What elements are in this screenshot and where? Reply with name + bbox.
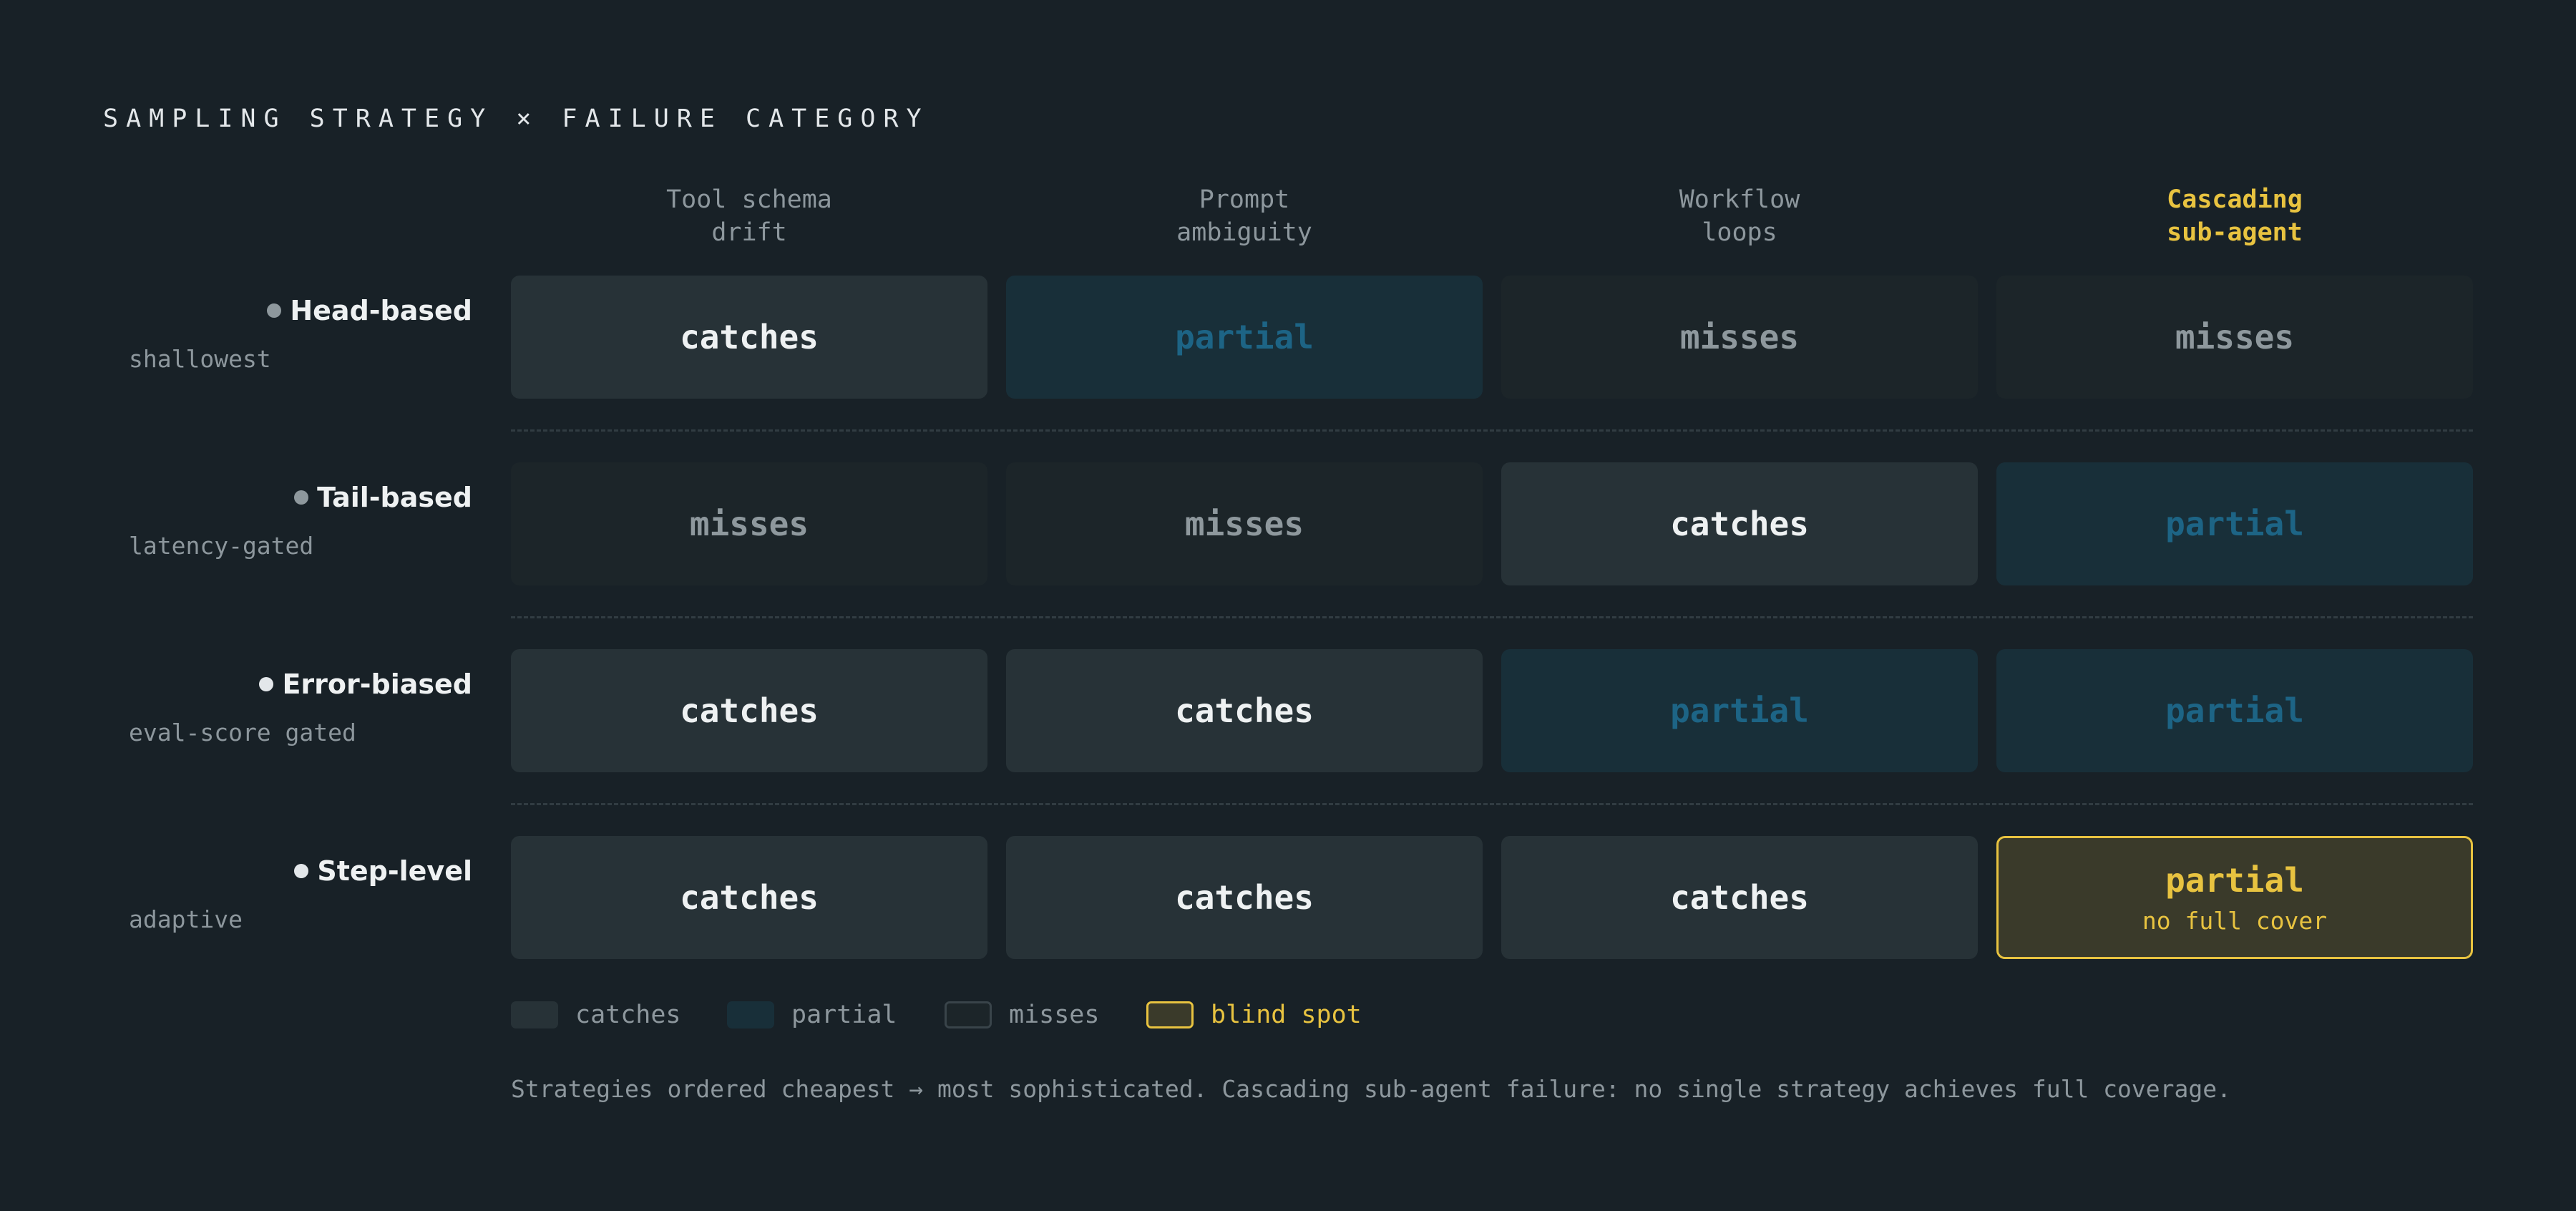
legend-swatch [945, 1001, 992, 1028]
matrix-cell: partial [1006, 276, 1483, 399]
bullet-dot-icon [294, 864, 309, 878]
cell-status-label: catches [680, 691, 819, 730]
cell-status-label: misses [1184, 505, 1304, 543]
row-name: Error-biased [282, 668, 472, 700]
legend-item: partial [727, 999, 897, 1031]
legend-label: blind spot [1211, 1001, 1362, 1029]
matrix-cell: catches [511, 276, 987, 399]
cell-status-label: catches [1175, 878, 1314, 917]
cell-status-label: catches [680, 878, 819, 917]
row-name: Head-based [290, 295, 472, 326]
legend-item: blind spot [1146, 999, 1362, 1031]
row-name: Tail-based [317, 482, 472, 513]
cell-status-label: misses [2175, 318, 2295, 356]
cell-status-label: misses [1679, 318, 1800, 356]
bullet-dot-icon [294, 490, 309, 505]
matrix-cell: partial [1501, 649, 1978, 772]
cell-status-label: catches [1670, 878, 1809, 917]
row-subtitle: adaptive [129, 905, 243, 933]
matrix-cell: partial no full cover [1996, 836, 2473, 959]
legend-label: misses [1009, 1001, 1100, 1029]
cell-status-label: catches [1670, 505, 1809, 543]
row-subtitle: shallowest [129, 345, 271, 373]
column-header: Workflow loops [1679, 185, 1800, 247]
matrix-cell: misses [511, 462, 987, 585]
matrix-cell: misses [1996, 276, 2473, 399]
row-divider [511, 429, 2473, 432]
row-label: Error-biased [0, 668, 472, 700]
row-name: Step-level [317, 855, 472, 887]
bullet-dot-icon [267, 303, 282, 318]
matrix-cell: catches [1006, 649, 1483, 772]
column-header: Cascading sub-agent [2167, 185, 2303, 247]
matrix-cell: catches [511, 649, 987, 772]
bullet-dot-icon [259, 677, 274, 691]
matrix-cell: catches [1501, 836, 1978, 959]
matrix-cell: partial [1996, 462, 2473, 585]
row-subtitle: latency-gated [129, 532, 314, 560]
column-header: Tool schema drift [666, 185, 832, 247]
cell-status-label: catches [1175, 691, 1314, 730]
cell-status-label: misses [689, 505, 809, 543]
legend-item: catches [511, 999, 681, 1031]
cell-status-label: partial [1670, 691, 1809, 730]
footnote: Strategies ordered cheapest → most sophi… [511, 1075, 2231, 1103]
matrix-title: SAMPLING STRATEGY × FAILURE CATEGORY [103, 104, 930, 133]
matrix-cell: catches [1501, 462, 1978, 585]
cell-status-label: partial [2165, 505, 2304, 543]
row-divider [511, 803, 2473, 805]
matrix-cell: misses [1006, 462, 1483, 585]
cell-status-label: partial [1175, 318, 1314, 356]
row-label: Step-level [0, 855, 472, 887]
matrix-cell: misses [1501, 276, 1978, 399]
legend-swatch [511, 1001, 558, 1028]
cell-status-label: partial [2165, 860, 2304, 900]
matrix-cell: partial [1996, 649, 2473, 772]
row-label: Head-based [0, 295, 472, 326]
row-label: Tail-based [0, 482, 472, 513]
matrix-cell: catches [511, 836, 987, 959]
cell-status-label: partial [2165, 691, 2304, 730]
legend-label: partial [791, 1001, 897, 1029]
legend-label: catches [575, 1001, 681, 1029]
row-divider [511, 616, 2473, 618]
legend-item: misses [945, 999, 1099, 1031]
cell-status-label: catches [680, 318, 819, 356]
legend-swatch [727, 1001, 774, 1028]
matrix-cell: catches [1006, 836, 1483, 959]
legend-swatch [1146, 1001, 1194, 1028]
cell-note: no full cover [2142, 906, 2328, 935]
column-header: Prompt ambiguity [1176, 185, 1312, 247]
row-subtitle: eval-score gated [129, 719, 356, 746]
